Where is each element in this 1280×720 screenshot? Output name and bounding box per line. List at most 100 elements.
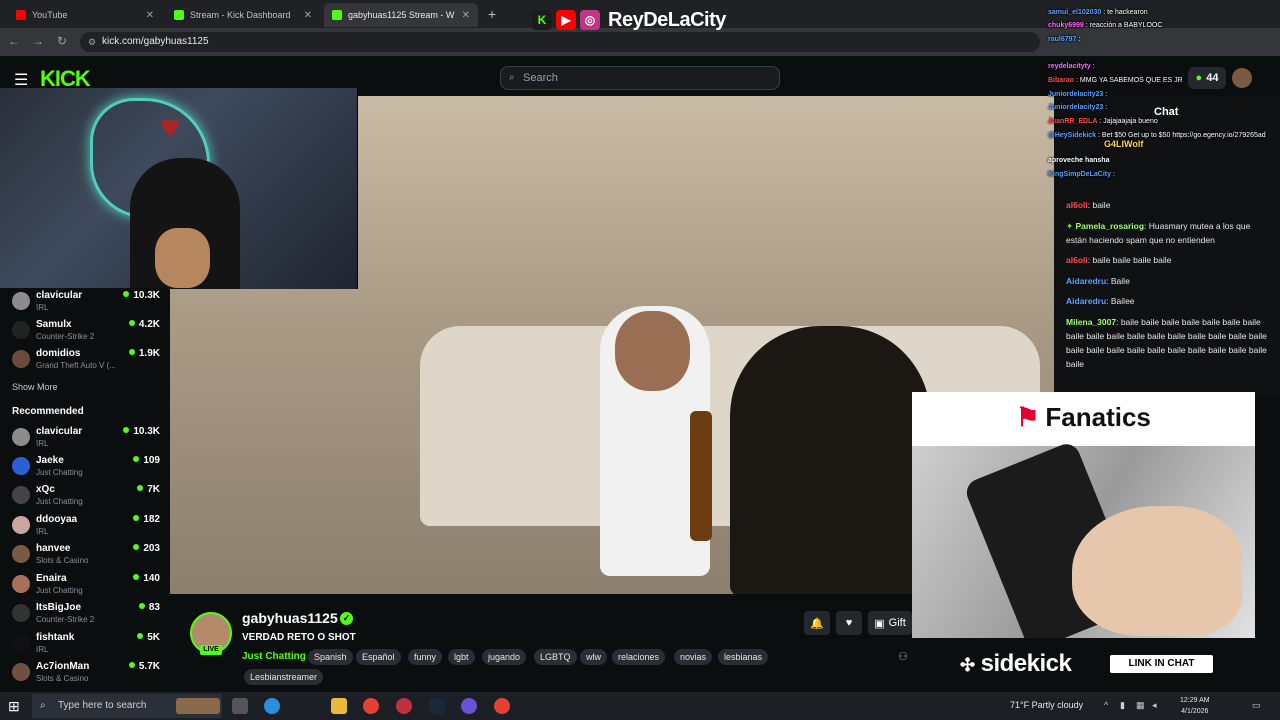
sidebar-item-xqc[interactable]: xQc Just Chatting 7K [0, 482, 170, 510]
url-input[interactable]: ⚙ kick.com/gabyhuas1125 [80, 32, 1040, 52]
reload-icon[interactable]: ↻ [54, 34, 70, 48]
chat-username[interactable]: Pamela_rosariog [1076, 221, 1145, 231]
chevron-up-icon[interactable]: ^ [1104, 700, 1108, 710]
sidekick-icon: ✣ [960, 655, 975, 675]
sidebar-item-ddooyaa[interactable]: ddooyaa IRL 182 [0, 512, 170, 540]
overlay-text: Jajajaajaja bueno [1103, 118, 1158, 125]
tag[interactable]: Lesbianstreamer [244, 669, 324, 685]
chat-text: Baile [1110, 276, 1130, 286]
sidebar-item-domidios[interactable]: domidios Grand Theft Auto V (... 1.9K [0, 346, 170, 374]
new-tab-button[interactable]: + [488, 6, 496, 22]
tab-youtube[interactable]: YouTube ✕ [8, 3, 162, 27]
volume-icon[interactable]: ◂ [1152, 700, 1157, 711]
tag[interactable]: LGBTQ [534, 649, 577, 665]
network-icon[interactable]: ▦ [1136, 700, 1145, 711]
video-scene [690, 411, 712, 541]
tag[interactable]: novias [674, 649, 713, 665]
sidebar-item-fishtank[interactable]: fishtank IRL 5K [0, 630, 170, 658]
search-input[interactable]: ⌕ Search [500, 66, 780, 90]
close-icon[interactable]: ✕ [140, 10, 154, 21]
sidebar-item-enaira[interactable]: Enaira Just Chatting 140 [0, 571, 170, 599]
sidebar-item-itsbigjoe[interactable]: ItsBigJoe Counter-Strike 2 83 [0, 600, 170, 628]
tag[interactable]: Español [356, 649, 401, 665]
chat-username[interactable]: al6oli [1066, 255, 1088, 265]
close-icon[interactable]: ✕ [298, 10, 312, 21]
app-icon[interactable] [461, 698, 477, 714]
back-icon[interactable]: ← [6, 34, 22, 48]
site-info-icon[interactable]: ⚙ [88, 32, 96, 52]
stream-title: VERDAD RETO O SHOT [242, 632, 356, 643]
sidebar-item-ac7ionman[interactable]: Ac7ionMan Slots & Casino 5.7K [0, 659, 170, 687]
sidekick-logo: ✣ sidekick [960, 650, 1072, 678]
chrome-icon[interactable] [363, 698, 379, 714]
tag[interactable]: wlw [580, 649, 607, 665]
tag[interactable]: funny [408, 649, 443, 665]
forward-icon[interactable]: → [30, 34, 46, 48]
youtube-icon [16, 10, 26, 20]
viewer-count: 5.7K [129, 661, 160, 672]
app-icon[interactable] [396, 698, 412, 714]
mic-icon[interactable]: ▮ [1120, 700, 1125, 711]
menu-icon[interactable]: ☰ [14, 70, 28, 90]
fanatics-ad[interactable]: ⚑ Fanatics [912, 392, 1255, 638]
steam-icon[interactable] [429, 698, 445, 714]
sidebar-item-samulx[interactable]: Samulx Counter-Strike 2 4.2K [0, 317, 170, 345]
channel-category: Just Chatting [36, 497, 83, 506]
channel-category: IRL [36, 527, 49, 536]
sidebar-item-hanvee[interactable]: hanvee Slots & Casino 203 [0, 541, 170, 569]
webcam-scene: ♥ [160, 108, 181, 146]
viewer-count: 140 [133, 573, 160, 584]
tag[interactable]: lgbt [448, 649, 475, 665]
heart-icon: ♥ [845, 617, 853, 629]
chat-text: baile [1092, 200, 1111, 210]
link-in-chat-label: LINK IN CHAT [1110, 655, 1213, 673]
weather-widget[interactable]: 71°F Partly cloudy [1010, 700, 1083, 710]
close-icon[interactable]: ✕ [456, 10, 470, 21]
channel-category: Just Chatting [36, 468, 83, 477]
people-icon[interactable]: ⚇ [898, 650, 908, 663]
windows-start-icon[interactable]: ⊞ [8, 698, 20, 715]
sidebar-item-jaeke[interactable]: Jaeke Just Chatting 109 [0, 453, 170, 481]
avatar [12, 516, 30, 534]
show-more-button[interactable]: Show More [12, 382, 58, 392]
chat-username[interactable]: Aidaredru [1066, 296, 1106, 306]
tag[interactable]: relaciones [612, 649, 666, 665]
sidebar-item-clavicular[interactable]: clavicular IRL 10.3K [0, 288, 170, 316]
tab-kick-dashboard[interactable]: Stream - Kick Dashboard ✕ [166, 3, 320, 27]
tag[interactable]: Spanish [308, 649, 353, 665]
overlay-chat-line: G4LIWolf [1104, 139, 1143, 149]
chat-username[interactable]: Milena_3007 [1066, 317, 1116, 327]
notification-icon[interactable]: ▭ [1252, 700, 1261, 711]
overlay-username: samui_el102030 [1048, 9, 1102, 16]
chat-username[interactable]: Aidaredru [1066, 276, 1106, 286]
tag[interactable]: lesbianas [718, 649, 769, 665]
tab-label: gabyhuas1125 Stream - W [348, 10, 455, 20]
channel-name: Samulx [36, 319, 72, 330]
tab-kick-stream[interactable]: gabyhuas1125 Stream - W ✕ [324, 3, 478, 27]
stream-category-link[interactable]: Just Chatting [242, 651, 306, 662]
sidebar-item-clavicular[interactable]: clavicular IRL 10.3K [0, 424, 170, 452]
tag[interactable]: jugando [482, 649, 527, 665]
user-avatar[interactable] [1232, 68, 1252, 88]
follow-button[interactable]: ♥ [836, 611, 862, 635]
channel-name[interactable]: gabyhuas1125 [242, 610, 338, 626]
kick-icon [174, 10, 184, 20]
chrome-icon[interactable] [494, 698, 510, 714]
avatar [12, 428, 30, 446]
overlay-username: @HeySidekick [1048, 132, 1097, 139]
chat-message: ✦ Pamela_rosariog: Huasmary mutea a los … [1066, 221, 1251, 245]
system-clock[interactable]: 12:29 AM 4/1/2026 [1180, 695, 1210, 717]
edge-icon[interactable] [264, 698, 280, 714]
chat-message: al6oli: baile [1066, 200, 1111, 210]
overlay-username: Juniordelacity23 [1048, 91, 1104, 98]
gift-button[interactable]: ▣ Gift [868, 611, 912, 635]
gift-label: Gift [888, 617, 906, 629]
recommended-list: clavicular IRL 10.3K Jaeke Just Chatting… [0, 424, 170, 692]
file-explorer-icon[interactable] [331, 698, 347, 714]
kick-coins-badge[interactable]: ● 44 [1188, 67, 1226, 89]
task-view-icon[interactable] [232, 698, 248, 714]
overlay-username: aproveche hansha [1048, 157, 1110, 164]
chat-username[interactable]: al6oli [1066, 200, 1088, 210]
search-highlight-icon[interactable] [176, 698, 220, 714]
notification-bell-button[interactable]: 🔔 [804, 611, 830, 635]
